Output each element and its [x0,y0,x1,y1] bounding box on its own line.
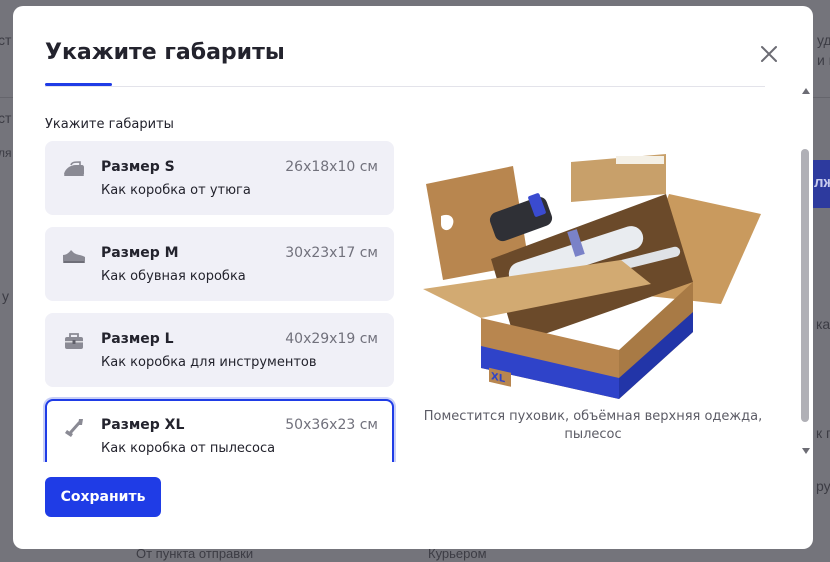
size-option-xl[interactable]: Размер XL 50x36x23 см Как коробка от пыл… [45,399,394,462]
size-name: Размер XL [101,417,185,433]
size-name: Размер S [101,159,175,175]
size-option-l[interactable]: Размер L 40x29x19 см Как коробка для инс… [45,313,394,387]
size-dims: 40x29x19 см [285,331,378,347]
close-button[interactable] [757,42,781,66]
bg-text: уд [817,32,830,48]
bg-divider [813,97,830,98]
section-label: Укажите габариты [45,117,174,132]
box-illustration: XL [423,154,761,399]
size-name: Размер L [101,331,174,347]
bg-text: ст [0,32,12,48]
vacuum-icon [65,419,83,437]
size-dims: 50x36x23 см [285,417,378,433]
save-button[interactable]: Сохранить [45,477,161,517]
size-desc: Как коробка от пылесоса [101,441,276,456]
scroll-up-arrow-icon[interactable] [802,88,810,94]
size-desc: Как коробка для инструментов [101,355,317,370]
size-name: Размер M [101,245,179,261]
bg-text: ка [816,316,830,332]
size-desc: Как коробка от утюга [101,183,251,198]
size-option-m[interactable]: Размер M 30x23x17 см Как обувная коробка [45,227,394,301]
scrollbar[interactable] [800,86,812,456]
box-size-label: XL [491,371,506,385]
bg-text: ст [0,110,12,126]
scrollbar-thumb[interactable] [801,149,809,422]
bg-text: и п [817,52,830,68]
size-desc: Как обувная коробка [101,269,246,284]
size-dims: 26x18x10 см [285,159,378,175]
toolbox-icon [65,333,83,349]
shoe-icon [63,250,85,263]
bg-text: у [2,288,9,304]
size-option-s[interactable]: Размер S 26x18x10 см Как коробка от утюг… [45,141,394,215]
bg-text: к п [816,425,830,441]
dialog-title: Укажите габариты [45,40,285,65]
size-dialog: Укажите габариты Укажите габариты Размер… [13,6,813,549]
bg-text: ру [816,478,830,494]
scroll-down-arrow-icon[interactable] [802,448,810,454]
bg-divider [0,97,13,98]
close-icon [761,46,777,62]
dialog-content[interactable]: Укажите габариты Размер S 26x18x10 см Ка… [13,94,813,462]
iron-icon [64,161,84,176]
illustration-caption: Поместится пуховик, объёмная верхняя оде… [423,409,763,442]
bg-text: ля [0,146,12,160]
size-dims: 30x23x17 см [285,245,378,261]
title-divider [45,86,765,87]
